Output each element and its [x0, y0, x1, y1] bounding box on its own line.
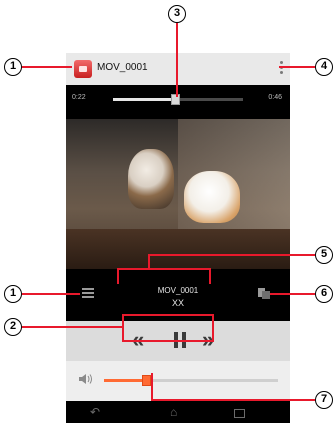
callout-line-6 [270, 293, 315, 295]
callout-line-5-bracket [117, 268, 211, 270]
callout-line-5-left [117, 268, 119, 284]
callout-1-title: 1 [4, 58, 22, 76]
callout-line-7 [151, 399, 315, 401]
callout-6-output: 6 [315, 285, 333, 303]
callout-3-seek: 3 [168, 5, 186, 23]
recent-apps-icon[interactable] [234, 409, 245, 418]
cat-left [128, 149, 174, 209]
output-switch-icon[interactable] [258, 288, 270, 299]
callout-line-3 [176, 23, 178, 97]
callout-box-bottom [122, 340, 214, 342]
callout-line-5-v [148, 254, 150, 269]
volume-track[interactable] [104, 375, 278, 386]
callout-line-2 [22, 326, 122, 328]
callout-line-5-right [209, 268, 211, 284]
back-icon[interactable]: ↶ [90, 405, 100, 419]
home-icon[interactable]: ⌂ [170, 405, 177, 419]
current-time: 0:22 [72, 94, 86, 101]
callout-line-4 [279, 66, 315, 68]
video-app-icon[interactable] [74, 60, 92, 78]
callout-box-right [212, 314, 214, 342]
wooden-step [66, 229, 290, 269]
callout-box-top [122, 314, 214, 316]
callout-line-1b [22, 293, 80, 295]
callout-box-left [122, 314, 124, 342]
volume-bar [66, 361, 290, 401]
video-title: MOV_0001 [97, 62, 148, 73]
callout-line-5 [148, 254, 315, 256]
speaker-icon [79, 374, 92, 384]
callout-line-1 [22, 66, 72, 68]
seek-bar: 0:22 0:46 [66, 85, 290, 115]
callout-1-list: 1 [4, 285, 22, 303]
system-nav-bar: ↶ ⌂ [66, 401, 290, 423]
callout-line-7-v [151, 373, 153, 401]
clip-title: MOV_0001 [157, 286, 199, 295]
seek-progress [113, 98, 176, 101]
callout-4-menu: 4 [315, 58, 333, 76]
duration: 0:46 [268, 94, 282, 101]
title-bar: MOV_0001 [66, 53, 290, 85]
video-player-screen: MOV_0001 0:22 0:46 MOV_0001 XX « » [66, 53, 290, 423]
callout-5-info: 5 [315, 246, 333, 264]
overflow-menu-icon[interactable] [278, 61, 284, 77]
callout-7-volume: 7 [315, 391, 333, 409]
cat-right [184, 171, 240, 223]
video-frame[interactable] [66, 119, 290, 269]
volume-level [104, 379, 146, 382]
clip-subtitle: XX [171, 298, 184, 308]
seek-track[interactable] [113, 94, 243, 105]
callout-2-controls: 2 [4, 318, 22, 336]
volume-thumb[interactable] [141, 375, 151, 386]
